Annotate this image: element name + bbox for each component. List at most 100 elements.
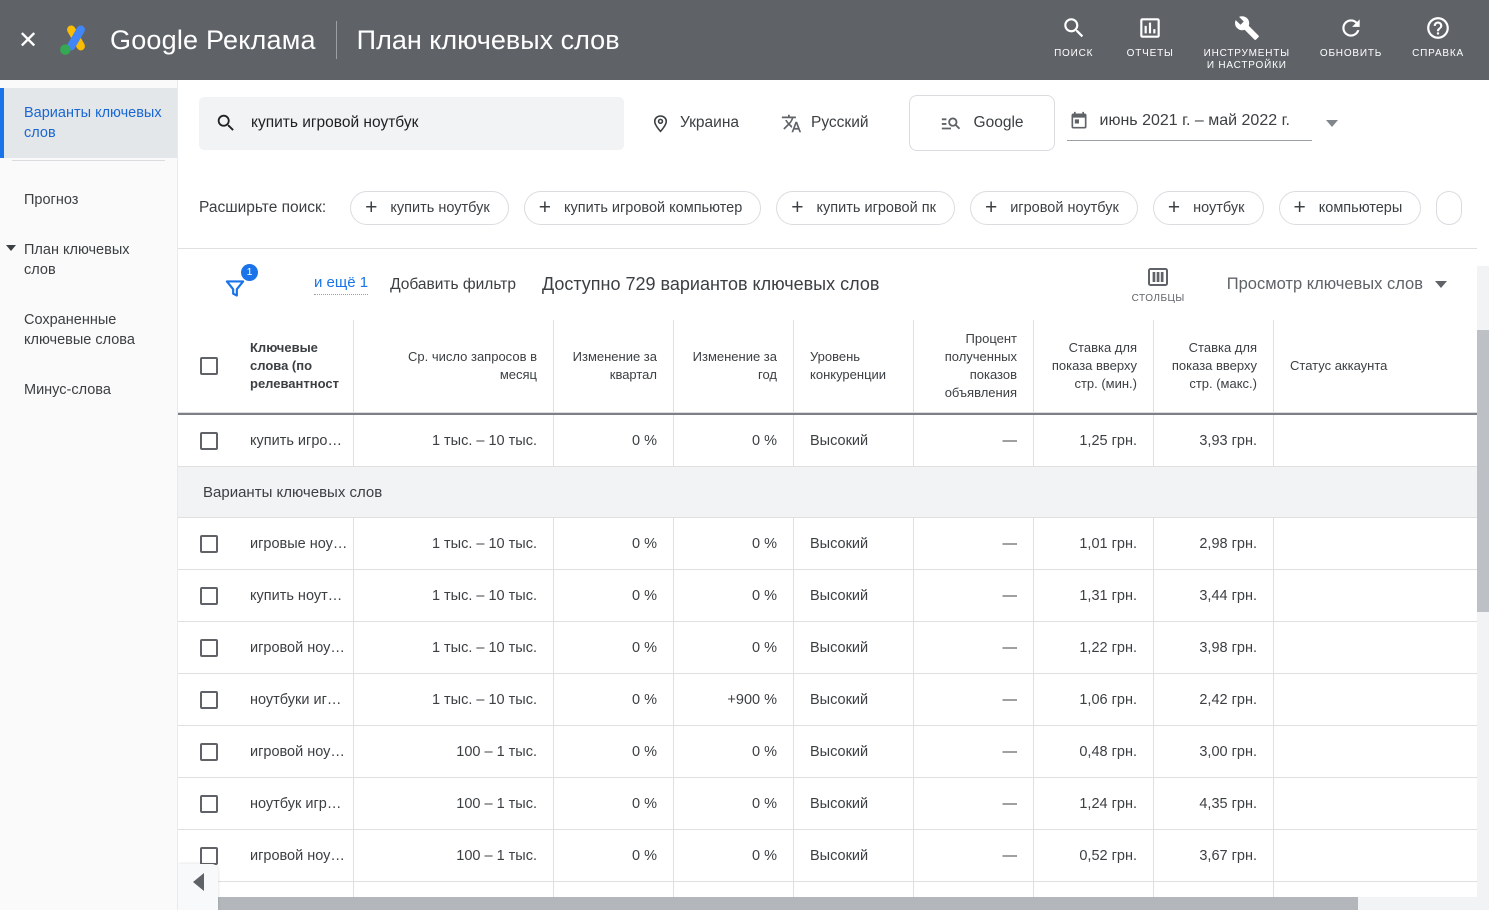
change-year-cell: 0 % xyxy=(673,622,793,673)
select-all-cell xyxy=(178,320,240,412)
account-status-cell xyxy=(1273,570,1477,621)
header-avg-monthly-searches[interactable]: Ср. число запросов в месяц xyxy=(353,320,553,412)
change-quarter-cell: 0 % xyxy=(553,518,673,569)
keyword-chip[interactable]: + компьютеры xyxy=(1279,191,1422,225)
location-selector[interactable]: Украина xyxy=(650,113,739,134)
header-competition[interactable]: Уровень конкуренции xyxy=(793,320,913,412)
google-ads-logo-icon xyxy=(56,20,96,60)
chip-label: компьютеры xyxy=(1319,200,1403,216)
filter-button[interactable]: 1 xyxy=(222,268,256,302)
header-keyword[interactable]: Ключевые слова (по релевантност xyxy=(240,320,353,412)
date-range-selector[interactable]: июнь 2021 г. – май 2022 г. xyxy=(1067,105,1338,141)
keyword-chip[interactable]: +купить игровой компьютер xyxy=(524,191,762,225)
impression-share-cell: — xyxy=(913,830,1033,881)
table-row: игровой ноу…100 – 1 тыс.0 %0 %Высокий—0,… xyxy=(178,726,1477,778)
collapse-panel-button[interactable] xyxy=(178,864,218,910)
plus-icon: + xyxy=(985,197,997,218)
top-bid-min-cell: 1,22 грн. xyxy=(1033,622,1153,673)
top-bid-max-cell: 2,98 грн. xyxy=(1153,518,1273,569)
search-action-button[interactable]: ПОИСК xyxy=(1036,3,1112,66)
top-bid-min-cell: 1,01 грн. xyxy=(1033,518,1153,569)
keyword-cell: игровой ноу… xyxy=(240,830,353,881)
refresh-button[interactable]: ОБНОВИТЬ xyxy=(1305,3,1397,66)
change-quarter-cell: 0 % xyxy=(553,726,673,777)
change-year-cell: 0 % xyxy=(673,518,793,569)
searches-cell: 1 тыс. – 10 тыс. xyxy=(353,415,553,466)
row-checkbox-cell xyxy=(178,622,240,673)
add-filter-button[interactable]: Добавить фильтр xyxy=(390,276,516,294)
header-top-bid-min[interactable]: Ставка для показа вверху стр. (мин.) xyxy=(1033,320,1153,412)
table-row: ноутбуки иг…1 тыс. – 10 тыс.0 %+900 %Выс… xyxy=(178,674,1477,726)
columns-button[interactable]: СТОЛБЦЫ xyxy=(1132,265,1185,304)
keyword-chip[interactable]: +купить ноутбук xyxy=(350,191,509,225)
reports-button[interactable]: ОТЧЕТЫ xyxy=(1112,3,1189,66)
competition-cell: Высокий xyxy=(793,778,913,829)
row-checkbox-cell xyxy=(178,778,240,829)
select-all-checkbox[interactable] xyxy=(200,357,218,375)
network-selector-button[interactable]: Google xyxy=(909,95,1055,151)
tools-settings-button[interactable]: ИНСТРУМЕНТЫ И НАСТРОЙКИ xyxy=(1189,3,1305,78)
keyword-chip[interactable]: +игровой ноутбук xyxy=(970,191,1138,225)
refresh-icon xyxy=(1338,15,1364,41)
competition-cell: Высокий xyxy=(793,570,913,621)
close-icon[interactable]: ✕ xyxy=(0,26,56,55)
keyword-view-selector[interactable]: Просмотр ключевых слов xyxy=(1227,275,1447,294)
sidebar-divider xyxy=(12,160,165,161)
row-checkbox[interactable] xyxy=(200,795,218,813)
view-selector-label: Просмотр ключевых слов xyxy=(1227,275,1423,294)
sidebar-item-saved-keywords[interactable]: Сохраненные ключевые слова xyxy=(0,295,177,365)
row-checkbox[interactable] xyxy=(200,432,218,450)
keyword-cell: игровые ноу… xyxy=(240,518,353,569)
top-bid-max-cell: 3,44 грн. xyxy=(1153,570,1273,621)
table-row: игровые ноу…1 тыс. – 10 тыс.0 %0 %Высоки… xyxy=(178,518,1477,570)
change-year-cell: +900 % xyxy=(673,674,793,725)
row-checkbox[interactable] xyxy=(200,639,218,657)
more-filters-link[interactable]: и ещё 1 xyxy=(314,274,368,295)
keyword-cell: игровой ноу… xyxy=(240,622,353,673)
table-toolbar: 1 и ещё 1 Добавить фильтр Доступно 729 в… xyxy=(178,248,1477,320)
top-bid-max-cell: 2,42 грн. xyxy=(1153,674,1273,725)
plus-icon: + xyxy=(1294,197,1306,218)
searches-cell: 100 – 1 тыс. xyxy=(353,830,553,881)
header-account-status[interactable]: Статус аккаунта xyxy=(1273,320,1477,412)
row-checkbox[interactable] xyxy=(200,535,218,553)
translate-icon xyxy=(781,113,802,134)
keyword-chip[interactable]: +ноутбук xyxy=(1153,191,1264,225)
keyword-chip[interactable]: +купить игровой пк xyxy=(776,191,955,225)
top-bid-min-cell: 0,52 грн. xyxy=(1033,830,1153,881)
row-checkbox[interactable] xyxy=(200,743,218,761)
row-checkbox[interactable] xyxy=(200,587,218,605)
header-change-quarter[interactable]: Изменение за квартал xyxy=(553,320,673,412)
keyword-search-input[interactable] xyxy=(251,114,608,132)
header-change-year[interactable]: Изменение за год xyxy=(673,320,793,412)
header-impression-share[interactable]: Процент полученных показов объявления xyxy=(913,320,1033,412)
keyword-chip-partial[interactable] xyxy=(1436,191,1462,225)
change-year-cell: 0 % xyxy=(673,726,793,777)
columns-label: СТОЛБЦЫ xyxy=(1132,293,1185,304)
searches-cell: 100 – 1 тыс. xyxy=(353,726,553,777)
sidebar-item-negative-keywords[interactable]: Минус-слова xyxy=(0,365,177,415)
reports-icon xyxy=(1137,15,1163,41)
sidebar-item-forecast[interactable]: Прогноз xyxy=(0,175,177,225)
keyword-cell: игровой ноу… xyxy=(240,726,353,777)
date-range-value: июнь 2021 г. – май 2022 г. xyxy=(1100,112,1290,130)
table-header-row: Ключевые слова (по релевантност Ср. числ… xyxy=(178,320,1477,413)
sidebar-item-keyword-ideas[interactable]: Варианты ключевых слов xyxy=(0,88,177,158)
row-checkbox[interactable] xyxy=(200,691,218,709)
help-button[interactable]: СПРАВКА xyxy=(1397,3,1479,66)
keyword-cell: купить игро… xyxy=(240,415,353,466)
vertical-scrollbar-thumb[interactable] xyxy=(1477,330,1489,612)
language-selector[interactable]: Русский xyxy=(781,113,869,134)
search-icon xyxy=(1061,15,1087,41)
table-row: ноутбук игр…100 – 1 тыс.0 %0 %Высокий—1,… xyxy=(178,778,1477,830)
header-top-bid-max[interactable]: Ставка для показа вверху стр. (макс.) xyxy=(1153,320,1273,412)
horizontal-scrollbar-thumb[interactable] xyxy=(218,897,1358,910)
top-bid-max-cell: 3,00 грн. xyxy=(1153,726,1273,777)
table-row: купить ноут…1 тыс. – 10 тыс.0 %0 %Высоки… xyxy=(178,570,1477,622)
sidebar-item-keyword-plan[interactable]: План ключевых слов xyxy=(0,225,177,295)
table-row: купить игро…1 тыс. – 10 тыс.0 %0 %Высоки… xyxy=(178,413,1477,467)
impression-share-cell: — xyxy=(913,518,1033,569)
plus-icon: + xyxy=(365,197,377,218)
row-checkbox[interactable] xyxy=(200,847,218,865)
row-checkbox-cell xyxy=(178,415,240,466)
